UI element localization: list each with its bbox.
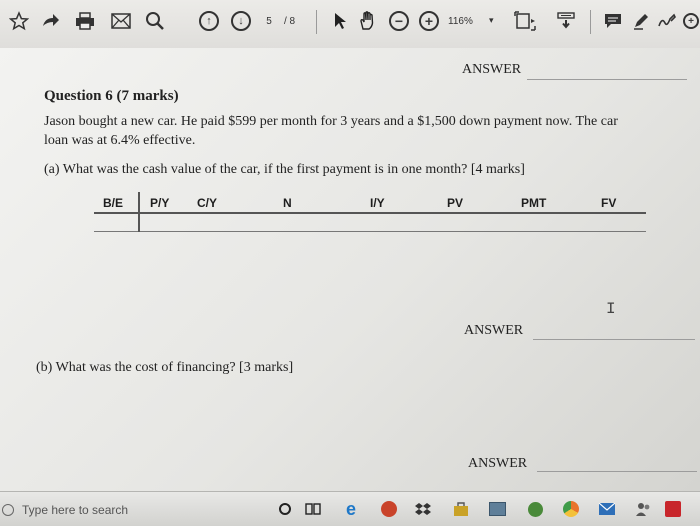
powerpoint-icon[interactable] xyxy=(380,500,398,518)
photos-icon[interactable] xyxy=(488,500,506,518)
share-icon[interactable] xyxy=(40,8,62,34)
tvm-column-divider xyxy=(138,192,140,232)
fit-page-icon[interactable] xyxy=(512,8,538,34)
pdf-toolbar: ↑ ↓ 5 / 8 − + 116% ▾ + xyxy=(0,0,700,49)
zoom-out-icon[interactable]: − xyxy=(388,8,410,34)
tvm-header-iy: I/Y xyxy=(370,196,385,210)
scroll-mode-icon[interactable] xyxy=(554,8,578,34)
question-text-line-2: loan was at 6.4% effective. xyxy=(44,133,196,148)
question-text-line-1: Jason bought a new car. He paid $599 per… xyxy=(44,114,618,129)
edge-browser-icon[interactable]: e xyxy=(342,499,360,519)
cortana-icon[interactable] xyxy=(276,500,294,518)
search-icon xyxy=(2,504,14,516)
toolbar-divider xyxy=(590,10,591,34)
tvm-header-rule xyxy=(94,212,646,214)
comment-icon[interactable] xyxy=(602,8,624,34)
answer-label-bottom: ANSWER xyxy=(468,456,528,471)
tvm-header-pv: PV xyxy=(447,196,464,210)
tvm-header-n: N xyxy=(283,196,292,210)
hand-tool-icon[interactable] xyxy=(356,8,380,34)
taskbar-search-placeholder: Type here to search xyxy=(22,503,129,517)
part-a-question: (a) What was the cash value of the car, … xyxy=(44,162,525,177)
page-total: / 8 xyxy=(284,16,296,27)
answer-line-bottom xyxy=(537,471,697,472)
tvm-header-cy: C/Y xyxy=(197,196,218,210)
acrobat-icon[interactable] xyxy=(664,500,682,518)
zoom-in-icon[interactable]: + xyxy=(418,8,440,34)
current-page-input[interactable]: 5 xyxy=(258,14,280,30)
chrome-icon[interactable] xyxy=(562,500,580,518)
previous-page-icon[interactable]: ↑ xyxy=(198,8,220,34)
people-icon[interactable] xyxy=(634,500,652,518)
tvm-bottom-rule xyxy=(94,231,646,232)
toolbar-divider xyxy=(316,10,317,34)
windows-taskbar: Type here to search e xyxy=(0,491,700,526)
document-page: ANSWER Question 6 (7 marks) Jason bought… xyxy=(0,48,700,491)
taskbar-search-box[interactable]: Type here to search xyxy=(0,498,240,522)
mail-icon[interactable] xyxy=(598,500,616,518)
tvm-header-be: B/E xyxy=(103,196,124,210)
answer-label-middle: ANSWER xyxy=(464,323,524,338)
tvm-header-fv: FV xyxy=(601,196,617,210)
more-tools-icon[interactable]: + xyxy=(682,8,700,34)
tvm-header-pmt: PMT xyxy=(521,196,547,210)
answer-line-middle xyxy=(533,339,695,340)
tvm-header-py: P/Y xyxy=(150,196,170,210)
print-icon[interactable] xyxy=(74,8,96,34)
select-arrow-icon[interactable] xyxy=(330,8,350,34)
dropbox-icon[interactable] xyxy=(414,500,432,518)
text-cursor-icon: I xyxy=(606,300,616,318)
task-view-icon[interactable] xyxy=(304,500,322,518)
zoom-search-icon[interactable] xyxy=(144,8,166,34)
zoom-level[interactable]: 116% xyxy=(448,16,473,27)
email-icon[interactable] xyxy=(110,8,132,34)
answer-label-top: ANSWER xyxy=(462,62,522,77)
zoom-dropdown-chevron-icon[interactable]: ▾ xyxy=(489,15,494,26)
next-page-icon[interactable]: ↓ xyxy=(230,8,252,34)
store-icon[interactable] xyxy=(452,500,470,518)
sign-icon[interactable] xyxy=(656,8,678,34)
bookmark-star-icon[interactable] xyxy=(8,8,30,34)
highlight-pen-icon[interactable] xyxy=(630,8,652,34)
answer-line-top xyxy=(527,79,687,80)
xbox-icon[interactable] xyxy=(526,500,544,518)
question-title: Question 6 (7 marks) xyxy=(44,88,179,104)
part-b-question: (b) What was the cost of financing? [3 m… xyxy=(36,360,294,375)
